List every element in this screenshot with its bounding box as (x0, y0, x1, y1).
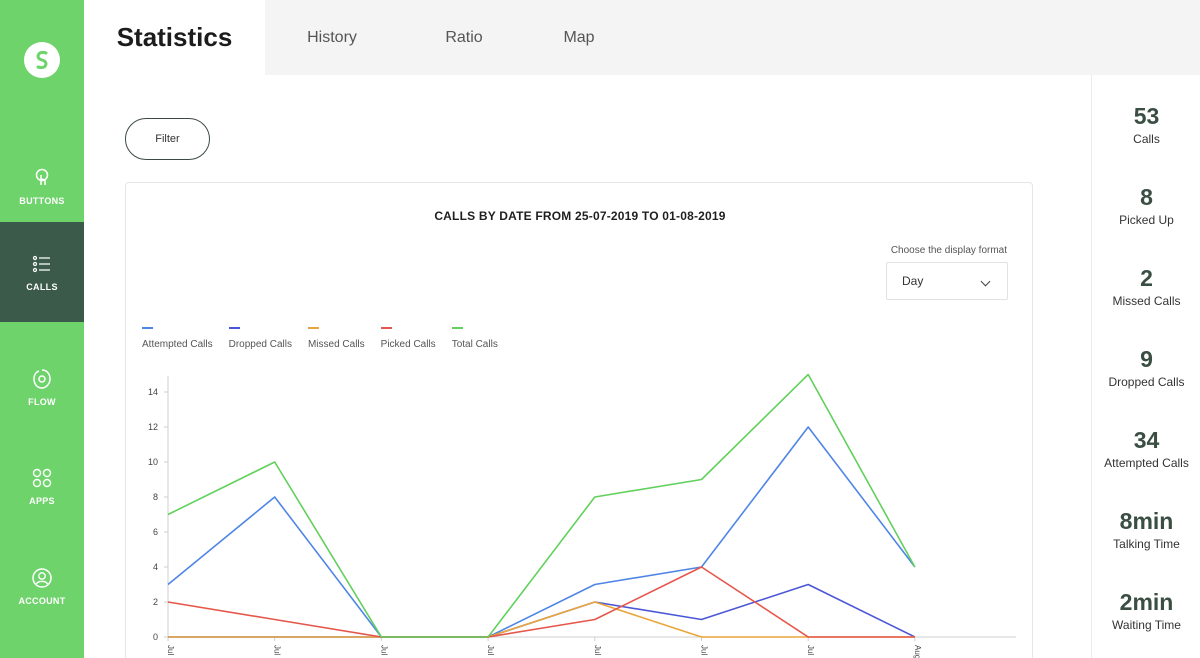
sidebar-item-account[interactable]: ACCOUNT (0, 536, 84, 636)
sidebar-item-buttons[interactable]: BUTTONS (0, 136, 84, 236)
stat-item: 53 Calls (1092, 103, 1200, 146)
y-tick-label: 12 (148, 422, 158, 432)
tab-history[interactable]: History (292, 0, 372, 75)
list-icon (32, 255, 50, 273)
stat-item: 2 Missed Calls (1092, 265, 1200, 308)
x-tick-label: Jul (593, 645, 602, 655)
y-tick-label: 10 (148, 457, 158, 467)
x-tick-label: Jul (273, 645, 282, 655)
x-tick-label: Jul (700, 645, 709, 655)
y-tick-label: 14 (148, 387, 158, 397)
sidebar-item-label: APPS (29, 496, 55, 506)
filter-button[interactable]: Filter (125, 118, 210, 160)
stat-label: Attempted Calls (1104, 456, 1189, 470)
account-icon (32, 568, 52, 588)
stat-item: 8min Talking Time (1092, 508, 1200, 551)
chart-card: CALLS BY DATE FROM 25-07-2019 TO 01-08-2… (125, 182, 1033, 658)
sidebar-item-apps[interactable]: APPS (0, 436, 84, 536)
y-tick-label: 8 (153, 492, 158, 502)
stat-label: Talking Time (1113, 537, 1180, 551)
sidebar-item-label: ACCOUNT (18, 596, 66, 606)
sidebar-item-label: CALLS (26, 282, 58, 292)
stat-item: 2min Waiting Time (1092, 589, 1200, 632)
stat-item: 34 Attempted Calls (1092, 427, 1200, 470)
tab-ratio[interactable]: Ratio (424, 0, 504, 75)
stat-item: 9 Dropped Calls (1092, 346, 1200, 389)
y-tick-label: 6 (153, 527, 158, 537)
x-tick-label: Jul (379, 645, 388, 655)
stat-value: 2 (1140, 265, 1153, 291)
stat-label: Missed Calls (1112, 294, 1181, 308)
apps-icon (32, 468, 52, 488)
stat-label: Waiting Time (1112, 618, 1181, 632)
flow-icon (33, 369, 51, 389)
stat-value: 8 (1140, 184, 1153, 210)
stat-label: Dropped Calls (1108, 375, 1185, 389)
stat-value: 8min (1119, 508, 1174, 534)
series-line (167, 426, 916, 638)
series-line (167, 373, 916, 638)
x-tick-label: Aug (913, 645, 922, 658)
sidebar: BUTTONS CALLS FLOW APPS ACCOUNT (0, 0, 84, 658)
stat-label: Picked Up (1119, 213, 1174, 227)
y-tick-label: 4 (153, 562, 158, 572)
tab-map[interactable]: Map (539, 0, 619, 75)
stat-item: 8 Picked Up (1092, 184, 1200, 227)
y-tick-label: 0 (153, 632, 158, 642)
top-tab-bar: Statistics History Ratio Map (84, 0, 1200, 75)
stat-value: 34 (1133, 427, 1160, 453)
sidebar-item-label: FLOW (28, 397, 56, 407)
stat-value: 53 (1133, 103, 1160, 129)
series-line (167, 566, 915, 638)
x-tick-label: Jul (166, 645, 175, 655)
series-line (168, 601, 915, 638)
sidebar-item-calls[interactable]: CALLS (0, 222, 84, 322)
touch-icon (35, 168, 49, 185)
line-chart: 0 2 4 6 8 10 12 14 Jul Jul Jul Jul Jul Jul Jul Aug (148, 373, 1016, 658)
sidebar-item-flow[interactable]: FLOW (0, 337, 84, 437)
stats-panel: 53 Calls 8 Picked Up 2 Missed Calls 9 Dropped C… (1091, 75, 1200, 658)
y-tick-label: 2 (153, 597, 158, 607)
stat-value: 9 (1140, 346, 1153, 372)
x-tick-label: Jul (806, 645, 815, 655)
stat-value: 2min (1119, 589, 1174, 615)
x-tick-label: Jul (486, 645, 495, 655)
tab-statistics[interactable]: Statistics (84, 0, 265, 75)
sidebar-item-label: BUTTONS (19, 196, 65, 206)
stat-label: Calls (1133, 132, 1160, 146)
app-logo-icon[interactable] (24, 42, 60, 78)
